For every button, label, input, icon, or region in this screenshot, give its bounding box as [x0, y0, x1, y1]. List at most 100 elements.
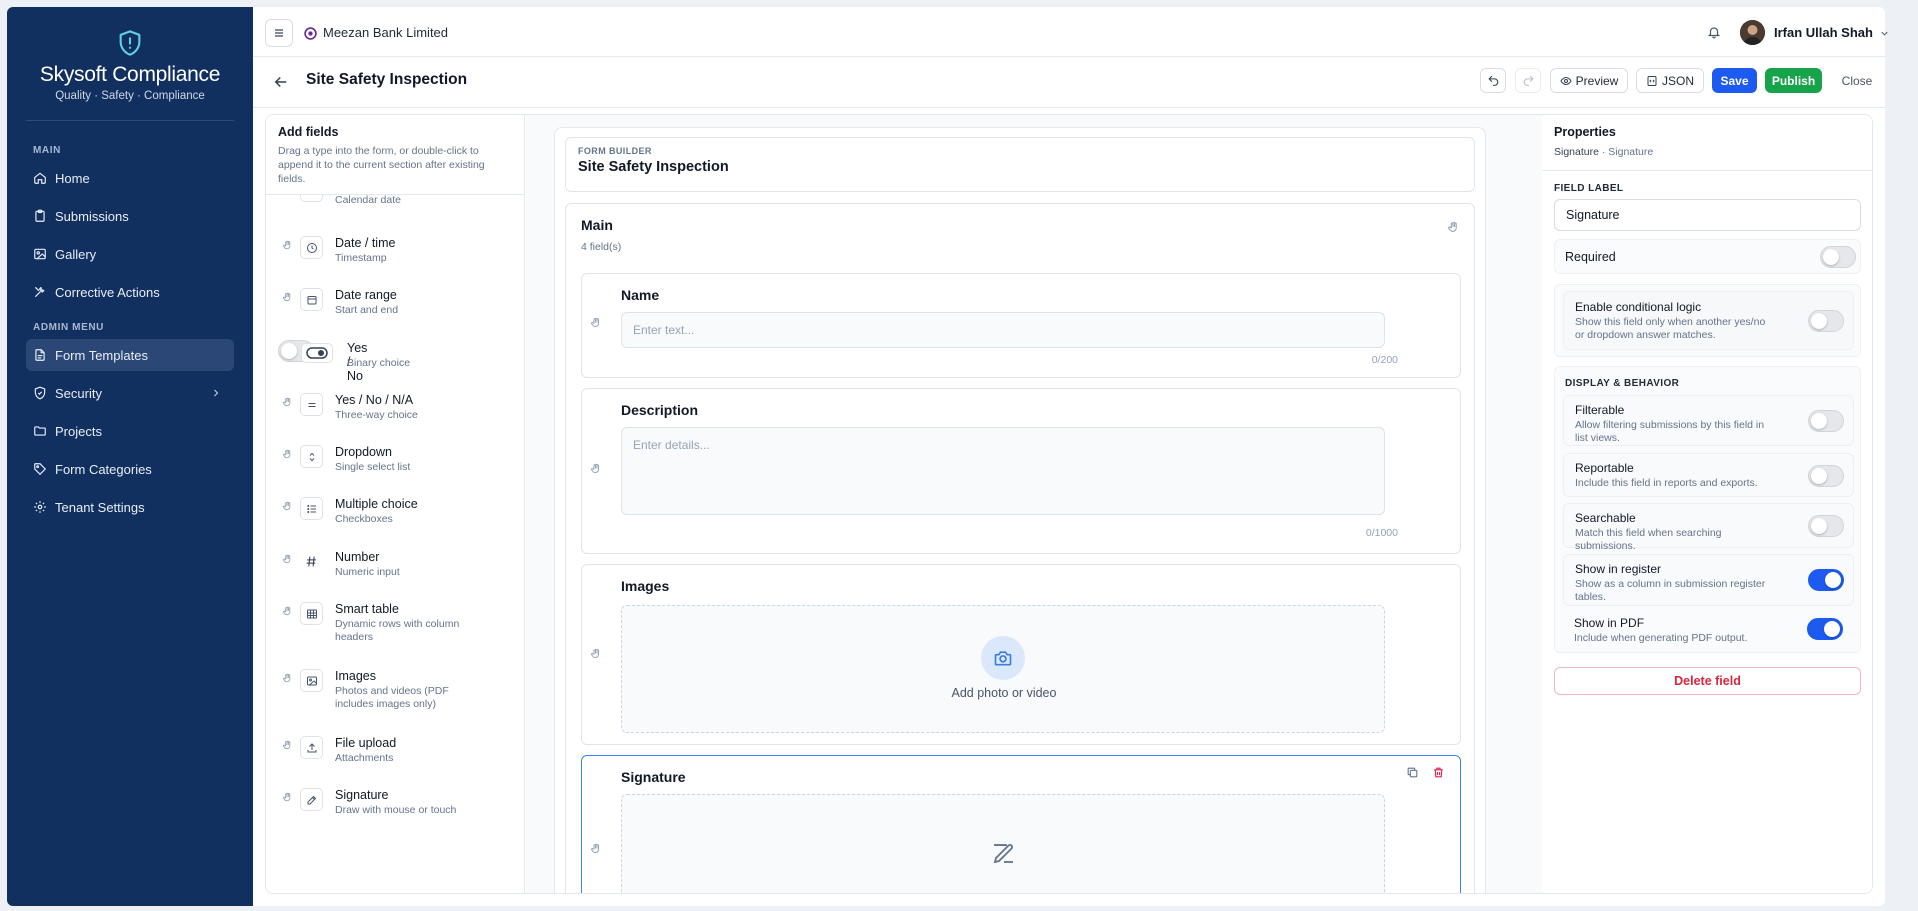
form-section[interactable]: Main 4 field(s) Name Enter text... 0/200…: [565, 203, 1475, 893]
folder-icon: [34, 426, 46, 436]
drag-handle-icon[interactable]: [590, 648, 602, 660]
menu-toggle-button[interactable]: [265, 19, 293, 47]
publish-button[interactable]: Publish: [1765, 68, 1822, 93]
description-textarea[interactable]: Enter details...: [621, 427, 1385, 515]
palette-item-yes-no-na[interactable]: Yes / No / N/A Three-way choice: [278, 393, 518, 433]
table-icon: [300, 602, 323, 625]
redo-button[interactable]: [1515, 68, 1541, 93]
sidebar-item-label: Gallery: [55, 246, 97, 262]
media-dropzone[interactable]: Add photo or video: [621, 605, 1385, 733]
section-title[interactable]: Main: [581, 217, 613, 233]
sidebar-item-form-categories[interactable]: Form Categories: [26, 453, 234, 485]
field-card-name[interactable]: Name Enter text... 0/200: [581, 273, 1461, 378]
show-in-register-toggle[interactable]: [1808, 569, 1844, 591]
drag-handle-icon[interactable]: [282, 449, 293, 460]
form-canvas: FORM BUILDER Site Safety Inspection Main…: [554, 127, 1486, 893]
palette-item-dropdown[interactable]: Dropdown Single select list: [278, 445, 518, 485]
drag-handle-icon[interactable]: [283, 345, 294, 356]
form-title[interactable]: Site Safety Inspection: [578, 159, 1462, 175]
drag-handle-icon[interactable]: [1447, 221, 1460, 234]
back-arrow-icon[interactable]: [272, 73, 290, 91]
preview-button[interactable]: Preview: [1550, 68, 1628, 93]
file-icon: [35, 349, 45, 361]
field-card-images[interactable]: Images Add photo or video: [581, 564, 1461, 745]
drag-handle-icon[interactable]: [282, 501, 293, 512]
palette-item-smart-table[interactable]: Smart table Dynamic rows with column hea…: [278, 602, 518, 654]
sidebar-item-form-templates[interactable]: Form Templates: [26, 339, 234, 371]
name-text-input[interactable]: Enter text...: [621, 312, 1385, 348]
palette-item-signature[interactable]: Signature Draw with mouse or touch: [278, 788, 518, 828]
palette-description: Drag a type into the form, or double-cli…: [278, 145, 485, 185]
show-in-pdf-toggle[interactable]: [1807, 618, 1843, 640]
title-bar: Site Safety Inspection Preview JSON Save…: [253, 57, 1885, 108]
close-button[interactable]: Close: [1837, 68, 1877, 93]
divider: [26, 120, 234, 121]
drag-handle-icon[interactable]: [282, 792, 293, 803]
drag-handle-icon[interactable]: [282, 397, 293, 408]
drag-handle-icon[interactable]: [282, 606, 293, 617]
avatar[interactable]: [1740, 20, 1765, 45]
sidebar-item-tenant-settings[interactable]: Tenant Settings: [26, 491, 234, 523]
chevron-down-icon[interactable]: [1879, 28, 1890, 39]
field-card-description[interactable]: Description Enter details... 0/1000: [581, 388, 1461, 554]
drag-handle-icon[interactable]: [590, 463, 602, 475]
drag-handle-icon[interactable]: [282, 673, 293, 684]
nav-heading-main: MAIN: [33, 145, 61, 156]
palette-item-desc: Attachments: [335, 752, 394, 764]
sidebar-item-home[interactable]: Home: [26, 162, 234, 194]
sidebar-item-label: Security: [55, 385, 102, 401]
palette-item-multiple-choice[interactable]: Multiple choice Checkboxes: [278, 497, 518, 537]
sidebar-item-gallery[interactable]: Gallery: [26, 238, 234, 270]
option-desc: Include when generating PDF output.: [1574, 632, 1748, 644]
field-card-signature[interactable]: Signature: [581, 755, 1461, 893]
sidebar-item-security[interactable]: Security: [26, 377, 234, 409]
field-label-input[interactable]: Signature: [1554, 199, 1861, 231]
bell-icon[interactable]: [1707, 25, 1721, 39]
duplicate-icon[interactable]: [1406, 766, 1419, 779]
drag-handle-icon[interactable]: [282, 292, 293, 303]
properties-panel: Properties Signature · Signature FIELD L…: [1542, 115, 1872, 893]
palette-item-file-upload[interactable]: File upload Attachments: [278, 736, 518, 776]
json-button[interactable]: JSON: [1636, 68, 1704, 93]
palette-item-desc: Calendar date: [335, 194, 401, 206]
save-button[interactable]: Save: [1712, 68, 1757, 93]
hamburger-icon: [275, 29, 283, 37]
undo-icon: [1487, 75, 1498, 86]
sidebar-item-corrective-actions[interactable]: Corrective Actions: [26, 276, 234, 308]
searchable-toggle[interactable]: [1808, 515, 1844, 537]
drag-handle-icon[interactable]: [590, 317, 602, 329]
option-desc: Match this field when searching submissi…: [1575, 527, 1722, 552]
sidebar-item-label: Form Categories: [55, 461, 152, 477]
drag-handle-icon[interactable]: [282, 740, 293, 751]
delete-field-button[interactable]: Delete field: [1554, 667, 1861, 695]
display-behavior-heading: DISPLAY & BEHAVIOR: [1565, 378, 1680, 389]
form-header-card[interactable]: FORM BUILDER Site Safety Inspection: [565, 137, 1475, 192]
drag-handle-icon[interactable]: [282, 554, 293, 565]
palette-item-desc: Start and end: [335, 304, 399, 316]
field-label: Images: [621, 578, 670, 594]
trash-icon[interactable]: [1432, 766, 1445, 779]
shield-icon: [34, 386, 46, 400]
drag-handle-icon[interactable]: [282, 240, 293, 251]
palette-item-images[interactable]: Images Photos and videos (PDF includes i…: [278, 669, 518, 721]
palette-title: Add fields: [278, 125, 339, 139]
hash-icon: [300, 550, 323, 573]
sidebar: Skysoft Compliance Quality · Safety · Co…: [7, 7, 253, 906]
user-name[interactable]: Irfan Ullah Shah: [1774, 25, 1873, 40]
palette-item-date-time[interactable]: Date / time Timestamp: [278, 236, 518, 276]
palette-item-number[interactable]: Number Numeric input: [278, 550, 518, 590]
signature-pad[interactable]: [621, 794, 1385, 893]
page-title: Site Safety Inspection: [306, 71, 468, 88]
organization-name[interactable]: Meezan Bank Limited: [323, 25, 448, 40]
top-bar: Meezan Bank Limited Irfan Ullah Shah: [253, 7, 1888, 57]
palette-item-yes-no[interactable]: Yes / No Binary choice: [278, 340, 410, 383]
required-toggle[interactable]: [1820, 246, 1856, 268]
reportable-toggle[interactable]: [1808, 465, 1844, 487]
drag-handle-icon[interactable]: [590, 843, 602, 855]
sidebar-item-projects[interactable]: Projects: [26, 415, 234, 447]
sidebar-item-submissions[interactable]: Submissions: [26, 200, 234, 232]
filterable-toggle[interactable]: [1808, 410, 1844, 432]
palette-item-date-range[interactable]: Date range Start and end: [278, 288, 518, 328]
conditional-logic-toggle[interactable]: [1808, 310, 1844, 332]
undo-button[interactable]: [1480, 68, 1506, 93]
